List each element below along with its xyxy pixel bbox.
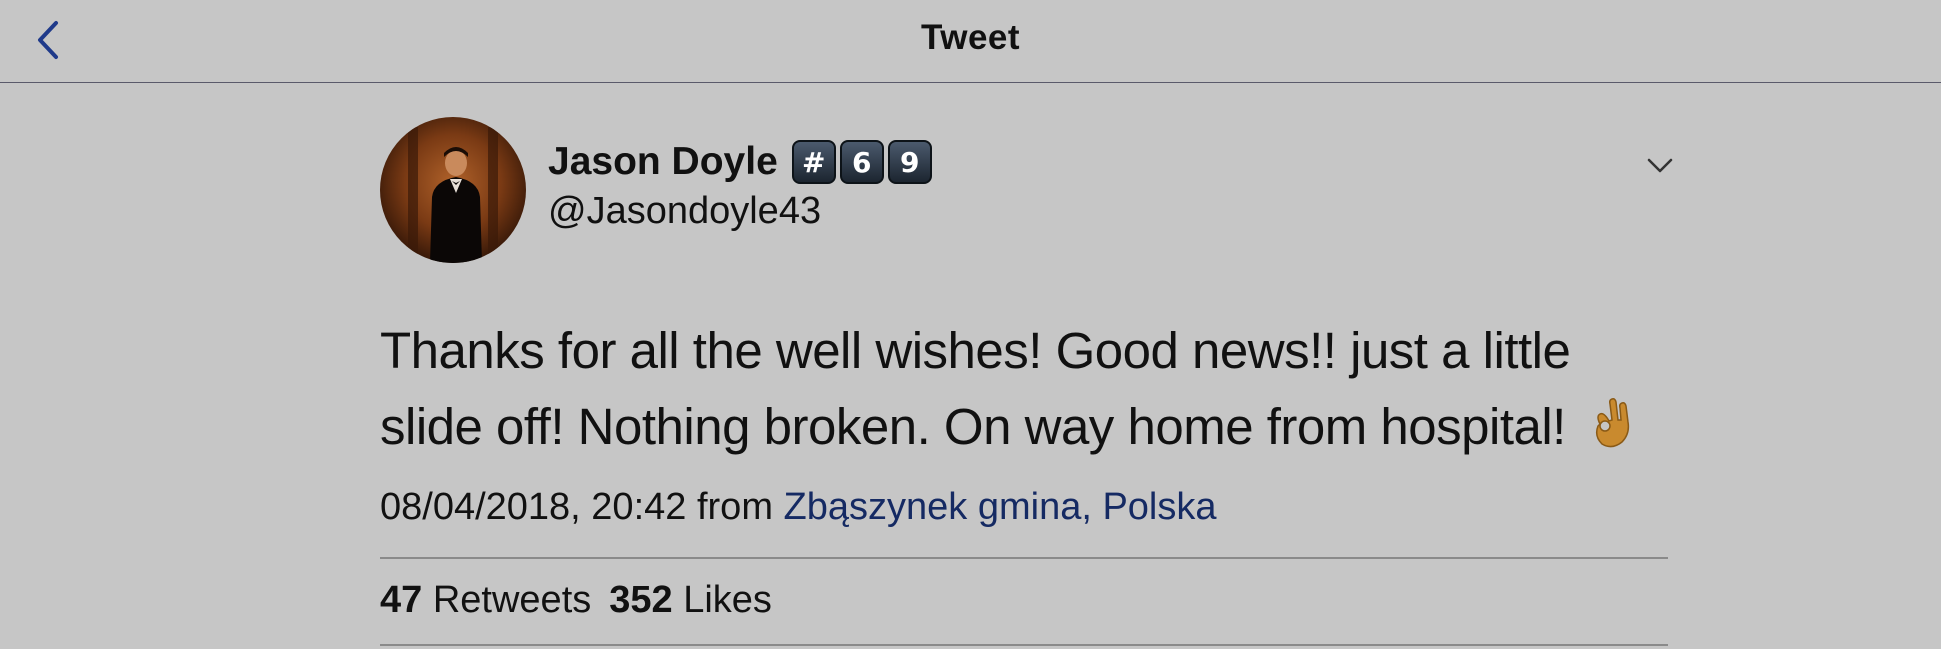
tweet-stats: 47 Retweets 352 Likes — [380, 579, 772, 622]
divider — [380, 644, 1668, 646]
nine-keycap-badge: 9 — [887, 140, 932, 184]
likes-label: Likes — [683, 579, 772, 621]
chevron-down-icon — [1647, 158, 1673, 173]
tweet-body: Thanks for all the well wishes! Good new… — [380, 313, 1680, 469]
author-handle[interactable]: @Jasondoyle43 — [548, 190, 821, 233]
from-label: from — [696, 486, 773, 528]
avatar[interactable] — [380, 117, 526, 263]
page-title: Tweet — [920, 18, 1021, 57]
ok-hand-emoji-icon — [1588, 393, 1634, 469]
tweet-options-button[interactable] — [1644, 150, 1676, 182]
six-keycap-badge: 6 — [839, 140, 884, 184]
tweet-meta: 08/04/2018, 20:42 from Zbąszynek gmina, … — [380, 486, 1217, 529]
tweet-text: Thanks for all the well wishes! Good new… — [380, 322, 1571, 455]
likes-stat[interactable]: 352 Likes — [609, 579, 772, 622]
likes-count: 352 — [609, 579, 673, 621]
divider — [380, 557, 1668, 559]
retweets-stat[interactable]: 47 Retweets — [380, 579, 591, 622]
hash-keycap-badge: # — [791, 140, 836, 184]
tweet-location-link[interactable]: Zbąszynek gmina, Polska — [784, 486, 1217, 528]
retweets-label: Retweets — [432, 579, 592, 621]
navigation-bar: Tweet — [0, 0, 1941, 83]
name-badges: # 6 9 — [791, 140, 932, 184]
author-name-text: Jason Doyle — [548, 140, 778, 183]
retweets-count: 47 — [380, 579, 423, 621]
author-display-name[interactable]: Jason Doyle # 6 9 — [548, 140, 932, 184]
tweet-timestamp: 08/04/2018, 20:42 — [380, 486, 687, 528]
